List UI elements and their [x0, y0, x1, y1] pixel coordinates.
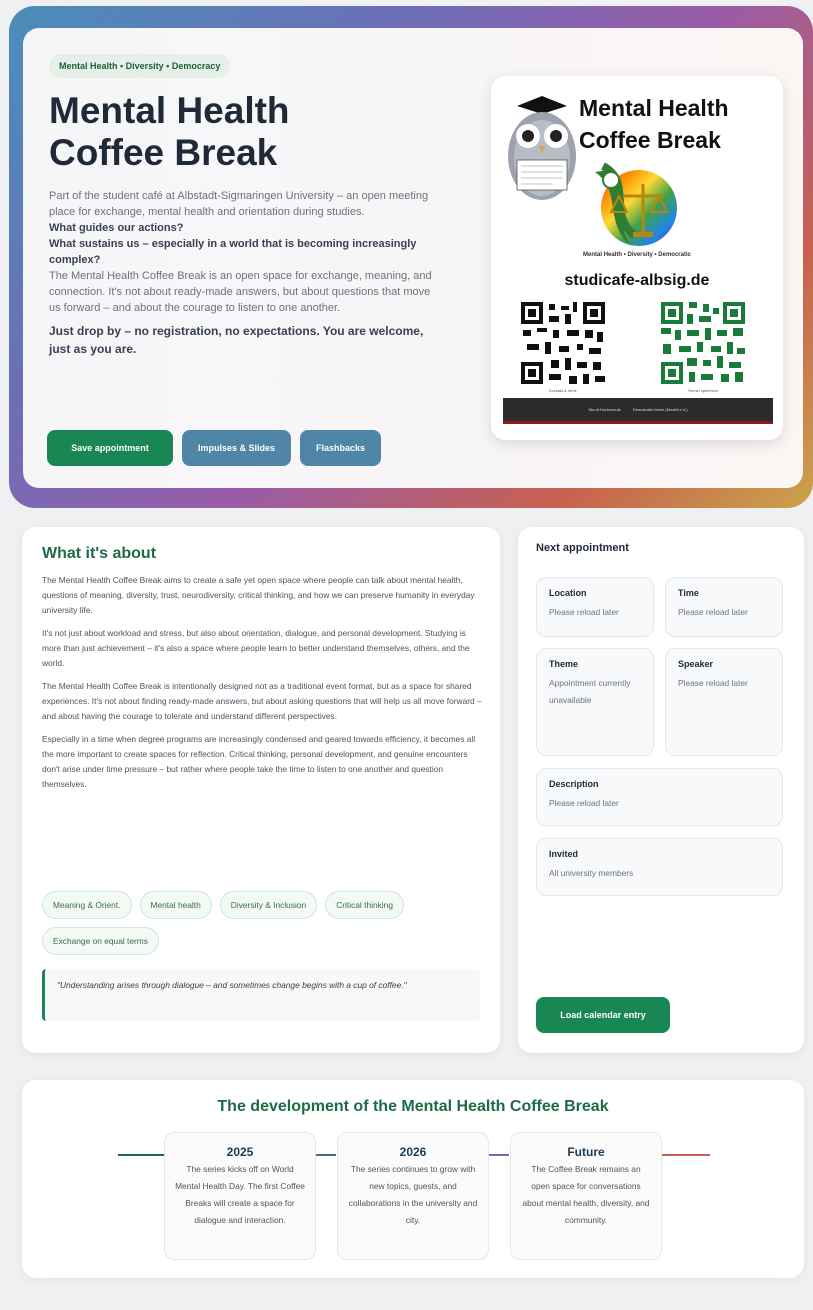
- save-appointment-button[interactable]: Save appointment: [47, 430, 173, 466]
- timeline-line: [662, 1154, 710, 1156]
- hero-question-1: What guides our actions?: [49, 222, 184, 234]
- qr-code-contact-icon: [519, 300, 607, 386]
- hero-section: Mental Health • Diversity • Democracy Me…: [23, 28, 803, 488]
- about-paragraph: The Mental Health Coffee Break is intent…: [42, 681, 482, 721]
- timeline-item-2025: 2025 The series kicks off on World Menta…: [164, 1132, 316, 1260]
- development-card: The development of the Mental Health Cof…: [22, 1080, 804, 1278]
- about-body: The Mental Health Coffee Break aims to c…: [42, 573, 484, 800]
- tag-exchange: Exchange on equal terms: [42, 927, 159, 955]
- description-label: Description: [549, 779, 599, 789]
- theme-label: Theme: [549, 659, 579, 669]
- time-value: Please reload later: [678, 607, 748, 617]
- flashbacks-button[interactable]: Flashbacks: [300, 430, 382, 466]
- hero-question-2: What sustains us – especially in a world…: [49, 238, 417, 266]
- timeline-line: [316, 1154, 336, 1156]
- hero-buttons: Save appointment Impulses & Slides Flash…: [47, 430, 382, 466]
- timeline-year: 2026: [399, 1145, 427, 1159]
- poster-footer-right: Demokratie leben (Modell e.V.): [632, 407, 688, 412]
- poster-footer: Sta.dt.Hochschule Demokratie leben (Mode…: [503, 398, 773, 424]
- tag-diversity: Diversity & Inclusion: [219, 891, 318, 919]
- hero-intro: Part of the student café at Albstadt-Sig…: [49, 190, 429, 218]
- qr-code-appointment-icon: [659, 300, 747, 386]
- impulses-slides-button[interactable]: Impulses & Slides: [182, 430, 292, 466]
- topic-tags: Meaning & Orient. Mental health Diversit…: [42, 891, 482, 955]
- about-card: What it's about The Mental Health Coffee…: [22, 527, 500, 1053]
- tag-mental-health: Mental health: [139, 891, 212, 919]
- poster-title: Mental Health Coffee Break: [579, 95, 729, 153]
- speaker-label: Speaker: [678, 659, 714, 669]
- theme-value: Appointment currently unavailable: [549, 678, 631, 705]
- next-appointment-title: Next appointment: [536, 542, 629, 554]
- about-quote: "Understanding arises through dialogue –…: [42, 969, 480, 1021]
- speaker-field: Speaker Please reload later: [665, 648, 783, 756]
- development-title: The development of the Mental Health Cof…: [217, 1098, 609, 1115]
- time-field: Time Please reload later: [665, 577, 783, 637]
- time-label: Time: [678, 588, 699, 598]
- hero-description: The Mental Health Coffee Break is an ope…: [49, 270, 432, 314]
- owl-mascot-icon: [508, 96, 576, 200]
- hero-text: Part of the student café at Albstadt-Sig…: [49, 188, 434, 358]
- invited-value: All university members: [549, 868, 634, 878]
- timeline-line: [118, 1154, 164, 1156]
- hero-badge: Mental Health • Diversity • Democracy: [49, 54, 231, 78]
- page-title: Mental Health Coffee Break: [49, 90, 290, 173]
- poster-url: studicafe-albsig.de: [564, 272, 710, 289]
- timeline-text: The series continues to grow with new to…: [348, 1164, 478, 1225]
- timeline-item-2026: 2026 The series continues to grow with n…: [337, 1132, 489, 1260]
- description-value: Please reload later: [549, 798, 619, 808]
- timeline-text: The series kicks off on World Mental Hea…: [175, 1164, 305, 1225]
- load-calendar-entry-button[interactable]: Load calendar entry: [536, 997, 670, 1033]
- diversity-justice-logo-icon: [595, 162, 677, 246]
- timeline-item-future: Future The Coffee Break remains an open …: [510, 1132, 662, 1260]
- about-paragraph: It's not just about workload and stress,…: [42, 628, 470, 668]
- location-field: Location Please reload later: [536, 577, 654, 637]
- location-label: Location: [549, 588, 587, 598]
- about-paragraph: The Mental Health Coffee Break aims to c…: [42, 575, 475, 615]
- about-paragraph: Especially in a time when degree program…: [42, 734, 476, 789]
- next-appointment-card: Next appointment Location Please reload …: [518, 527, 804, 1053]
- timeline-year: Future: [567, 1145, 605, 1159]
- tag-meaning: Meaning & Orient.: [42, 891, 132, 919]
- speaker-value: Please reload later: [678, 678, 748, 688]
- description-field: Description Please reload later: [536, 768, 783, 826]
- qr-left-label: Kontakt & Infos: [549, 388, 577, 393]
- invited-field: Invited All university members: [536, 838, 783, 896]
- hero-drop-by: Just drop by – no registration, no expec…: [49, 324, 424, 356]
- poster-subtitle: Mental Health • Diversity • Democratic: [583, 252, 691, 258]
- location-value: Please reload later: [549, 607, 619, 617]
- timeline-text: The Coffee Break remains an open space f…: [522, 1164, 650, 1225]
- event-poster: Mental Health Coffee Break Mental Health…: [491, 76, 783, 440]
- invited-label: Invited: [549, 849, 579, 859]
- qr-right-label: Termin speichern: [687, 388, 719, 393]
- about-title: What it's about: [42, 545, 157, 562]
- timeline-year: 2025: [226, 1145, 254, 1159]
- timeline-line: [489, 1154, 509, 1156]
- poster-footer-left: Sta.dt.Hochschule: [588, 407, 621, 412]
- theme-field: Theme Appointment currently unavailable: [536, 648, 654, 756]
- tag-critical-thinking: Critical thinking: [325, 891, 404, 919]
